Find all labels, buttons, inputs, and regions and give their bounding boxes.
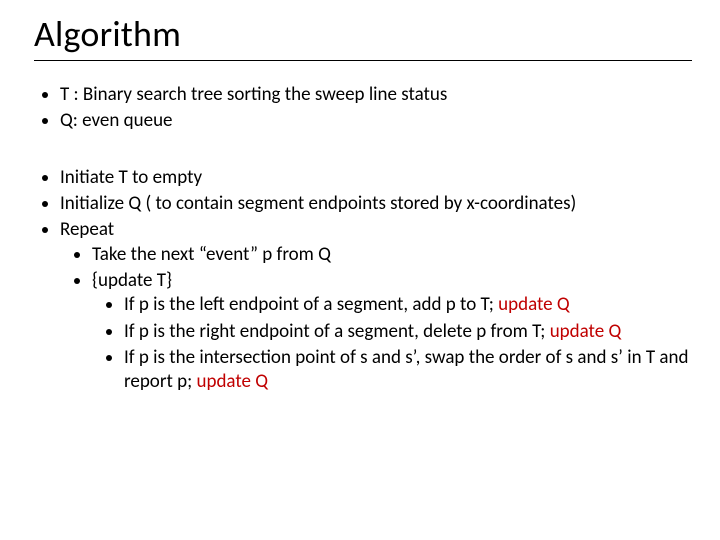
step-right-endpoint-update: update Q (550, 320, 622, 343)
step-take-event: Take the next “event” p from Q (92, 243, 692, 267)
title-underline (34, 60, 692, 61)
step-left-endpoint-update: update Q (498, 293, 570, 316)
step-right-endpoint-text: If p is the right endpoint of a segment,… (124, 320, 550, 343)
def-q: Q: even queue (60, 109, 692, 133)
step-init-q: Initialize Q ( to contain segment endpoi… (60, 192, 692, 216)
step-repeat: Repeat Take the next “event” p from Q {u… (60, 218, 692, 394)
def-t: T : Binary search tree sorting the sweep… (60, 83, 692, 107)
slide-title: Algorithm (34, 12, 692, 56)
step-update-t: {update T} If p is the left endpoint of … (92, 269, 692, 395)
step-init-t: Initiate T to empty (60, 166, 692, 190)
step-intersection: If p is the intersection point of s and … (124, 346, 692, 395)
spacer (34, 136, 692, 166)
step-repeat-label: Repeat (60, 218, 114, 241)
slide-body: T : Binary search tree sorting the sweep… (34, 83, 692, 394)
repeat-sublist: Take the next “event” p from Q {update T… (60, 243, 692, 395)
step-left-endpoint: If p is the left endpoint of a segment, … (124, 293, 692, 317)
step-right-endpoint: If p is the right endpoint of a segment,… (124, 320, 692, 344)
step-intersection-update: update Q (196, 370, 268, 393)
slide: Algorithm T : Binary search tree sorting… (0, 0, 720, 540)
update-t-sublist: If p is the left endpoint of a segment, … (92, 293, 692, 394)
step-update-t-label: {update T} (92, 269, 172, 292)
definitions-list: T : Binary search tree sorting the sweep… (34, 83, 692, 134)
step-left-endpoint-text: If p is the left endpoint of a segment, … (124, 293, 498, 316)
steps-list: Initiate T to empty Initialize Q ( to co… (34, 166, 692, 395)
